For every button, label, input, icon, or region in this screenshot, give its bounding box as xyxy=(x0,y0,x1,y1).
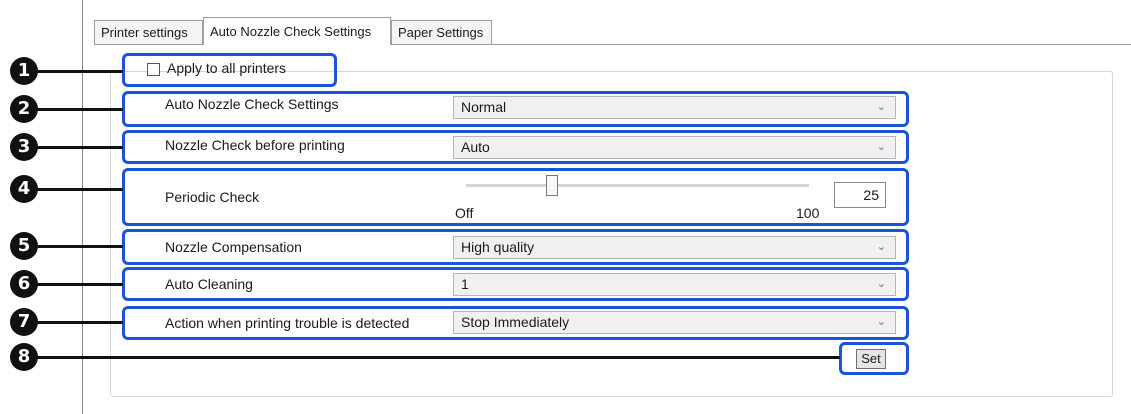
tab-printer-settings[interactable]: Printer settings xyxy=(94,20,203,44)
callout-badge-5: 5 xyxy=(10,232,38,260)
tab-auto-nozzle-check-settings[interactable]: Auto Nozzle Check Settings xyxy=(203,17,391,45)
highlight-set-button xyxy=(839,342,909,375)
callout-leader-8 xyxy=(37,356,840,359)
callout-badge-2: 2 xyxy=(10,95,38,123)
callout-leader-2 xyxy=(37,108,123,111)
highlight-nozzle-compensation xyxy=(122,229,909,265)
highlight-auto-cleaning xyxy=(122,267,909,301)
callout-badge-1: 1 xyxy=(10,57,38,85)
callout-badge-8: 8 xyxy=(10,343,38,371)
callout-leader-5 xyxy=(37,245,123,248)
highlight-auto-nozzle xyxy=(122,91,909,127)
callout-leader-3 xyxy=(37,146,123,149)
highlight-periodic-check xyxy=(122,168,909,226)
callout-leader-6 xyxy=(37,283,123,286)
highlight-nozzle-check xyxy=(122,130,909,164)
callout-badge-7: 7 xyxy=(10,308,38,336)
callout-leader-1 xyxy=(37,70,123,73)
callout-badge-3: 3 xyxy=(10,133,38,161)
callout-badge-6: 6 xyxy=(10,270,38,298)
highlight-apply-all xyxy=(122,53,337,87)
callout-badge-4: 4 xyxy=(10,175,38,203)
left-separator xyxy=(82,0,83,414)
tab-paper-settings[interactable]: Paper Settings xyxy=(391,20,492,44)
highlight-trouble-action xyxy=(122,306,909,340)
callout-leader-4 xyxy=(37,188,123,191)
callout-leader-7 xyxy=(37,321,123,324)
